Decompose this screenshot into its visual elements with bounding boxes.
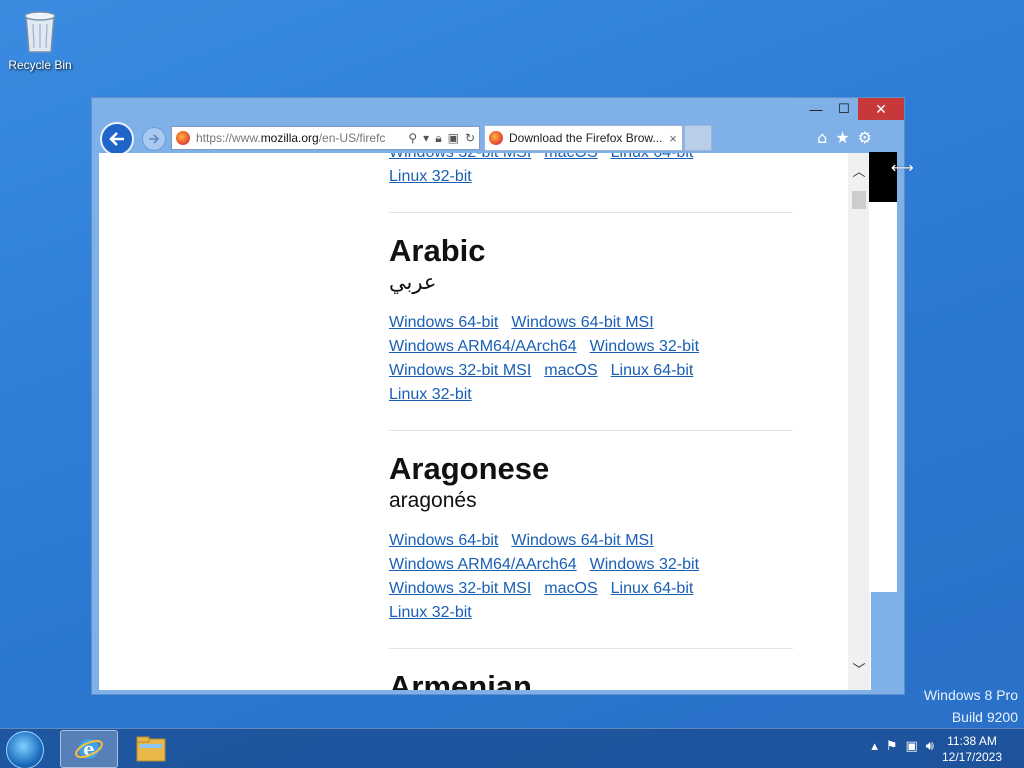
clock-time: 11:38 AM — [947, 734, 997, 748]
download-link[interactable]: Linux 64-bit — [611, 580, 694, 597]
link-row: Windows 64-bit Windows 64-bit MSI — [389, 311, 797, 335]
link-row-top-partial: Windows 32-bit MSI macOS Linux 64-bit — [389, 153, 797, 165]
recycle-bin-shortcut[interactable]: Recycle Bin — [6, 6, 74, 72]
download-link[interactable]: Windows 32-bit MSI — [389, 580, 531, 597]
home-icon[interactable]: ⌂ — [817, 128, 827, 147]
volume-icon[interactable]: 🔊︎ — [926, 739, 934, 754]
taskbar: e ▴ ⚑ ▣ 🔊︎ 11:38 AM 12/17/2023 — [0, 728, 1024, 768]
download-link[interactable]: Windows 32-bit MSI — [389, 362, 531, 379]
navigation-bar: https://www.mozilla.org/en-US/firefc ⚲ ▾… — [100, 122, 900, 156]
link-row: Windows ARM64/AArch64 Windows 32-bit — [389, 553, 797, 577]
download-link[interactable]: Windows 64-bit MSI — [511, 532, 653, 549]
resize-cursor-icon: ⟷ — [891, 158, 914, 177]
address-bar[interactable]: https://www.mozilla.org/en-US/firefc ⚲ ▾… — [171, 126, 480, 150]
address-url: https://www.mozilla.org/en-US/firefc — [196, 131, 386, 145]
dropdown-icon[interactable]: ▾ — [423, 131, 429, 146]
new-tab-button[interactable] — [684, 125, 712, 151]
scroll-up-icon[interactable]: ︿ — [848, 161, 870, 180]
scroll-down-icon[interactable]: ﹀ — [848, 659, 870, 678]
recycle-bin-icon — [20, 6, 60, 54]
lock-icon[interactable]: 🔒︎ — [435, 131, 441, 146]
link-row: Windows 64-bit Windows 64-bit MSI — [389, 529, 797, 553]
language-section-armenian: Armenian — [389, 669, 797, 690]
minimize-button[interactable]: — — [802, 98, 830, 120]
link-row: Windows 32-bit MSI macOS Linux 64-bit — [389, 359, 797, 383]
network-icon[interactable]: ▣ — [906, 739, 918, 754]
arrow-left-icon — [109, 132, 124, 146]
window-caption-buttons: — ☐ ✕ — [802, 98, 904, 120]
download-link[interactable]: Windows 64-bit — [389, 314, 498, 331]
download-link[interactable]: macOS — [544, 580, 597, 597]
start-button[interactable] — [6, 731, 44, 768]
section-divider — [389, 648, 793, 649]
link-row: Linux 32-bit — [389, 601, 797, 625]
browser-window: — ☐ ✕ https://www.mozilla.org/en-US/fire… — [91, 97, 905, 695]
language-section-arabic: Arabic عربي Windows 64-bit Windows 64-bit… — [389, 233, 797, 407]
section-divider — [389, 430, 793, 431]
system-tray: ▴ ⚑ ▣ 🔊︎ — [871, 739, 934, 754]
download-link[interactable]: Windows ARM64/AArch64 — [389, 556, 577, 573]
address-tools: ⚲ ▾ 🔒︎ ▣ ↻ — [404, 131, 479, 146]
language-section-aragonese: Aragonese aragonés Windows 64-bit Windows… — [389, 451, 797, 625]
tab-firefox-download[interactable]: Download the Firefox Brow... × — [484, 125, 683, 151]
side-panel — [869, 152, 897, 592]
internet-explorer-icon: e — [75, 739, 103, 760]
download-link[interactable]: Windows 64-bit — [389, 532, 498, 549]
clock[interactable]: 11:38 AM 12/17/2023 — [940, 733, 1004, 765]
back-button[interactable] — [100, 122, 134, 156]
download-link[interactable]: Windows 32-bit MSI — [389, 153, 531, 161]
firefox-tab-favicon-icon — [489, 131, 503, 145]
download-link[interactable]: Linux 64-bit — [611, 362, 694, 379]
arrow-right-icon — [149, 134, 160, 144]
compatibility-icon[interactable]: ▣ — [448, 131, 459, 146]
language-name: Aragonese — [389, 451, 550, 486]
taskbar-internet-explorer[interactable]: e — [60, 730, 118, 768]
language-name: Armenian — [389, 669, 532, 690]
vertical-scrollbar[interactable]: ︿ ﹀ — [848, 153, 870, 690]
scroll-thumb[interactable] — [852, 191, 866, 209]
link-row: Windows 32-bit MSI macOS Linux 64-bit — [389, 577, 797, 601]
watermark-edition: Windows 8 Pro — [923, 687, 1018, 703]
download-link[interactable]: macOS — [544, 362, 597, 379]
link-row: Linux 32-bit — [389, 383, 797, 407]
recycle-bin-label: Recycle Bin — [8, 58, 72, 72]
firefox-favicon-icon — [176, 131, 190, 145]
link-row-top-last: Linux 32-bit — [389, 165, 797, 189]
download-link[interactable]: Linux 32-bit — [389, 386, 472, 403]
settings-gear-icon[interactable]: ⚙ — [858, 128, 872, 147]
download-link[interactable]: Windows 32-bit — [590, 556, 699, 573]
clock-date: 12/17/2023 — [941, 750, 1003, 764]
language-name: Arabic — [389, 233, 486, 268]
maximize-button[interactable]: ☐ — [830, 98, 858, 120]
download-list: Windows 32-bit MSI macOS Linux 64-bit Linu… — [389, 153, 797, 690]
favorites-star-icon[interactable]: ★ — [835, 128, 849, 147]
search-icon[interactable]: ⚲ — [408, 131, 417, 146]
web-content: Windows 32-bit MSI macOS Linux 64-bit Linu… — [99, 153, 871, 690]
download-link[interactable]: Windows ARM64/AArch64 — [389, 338, 577, 355]
download-link[interactable]: Linux 32-bit — [389, 604, 472, 621]
taskbar-file-explorer[interactable] — [122, 730, 180, 768]
browser-toolbar-right: ⌂ ★ ⚙ — [817, 128, 872, 147]
language-native-name: aragonés — [389, 489, 477, 512]
download-link[interactable]: Linux 64-bit — [611, 153, 694, 161]
tab-title: Download the Firefox Brow... — [509, 131, 663, 145]
forward-button[interactable] — [142, 127, 166, 151]
folder-icon — [136, 736, 166, 762]
windows-watermark: Windows 8 Pro Build 9200 — [924, 684, 1018, 728]
download-link[interactable]: macOS — [544, 153, 597, 161]
close-button[interactable]: ✕ — [858, 98, 904, 120]
section-divider — [389, 212, 793, 213]
watermark-build: Build 9200 — [951, 709, 1018, 725]
language-native-name: عربي — [389, 271, 437, 294]
link-row: Windows ARM64/AArch64 Windows 32-bit — [389, 335, 797, 359]
download-link[interactable]: Linux 32-bit — [389, 168, 472, 185]
download-link[interactable]: Windows 64-bit MSI — [511, 314, 653, 331]
refresh-icon[interactable]: ↻ — [465, 131, 475, 146]
tab-close-icon[interactable]: × — [664, 131, 682, 146]
download-link[interactable]: Windows 32-bit — [590, 338, 699, 355]
show-hidden-icons-icon[interactable]: ▴ — [871, 739, 878, 754]
action-center-flag-icon[interactable]: ⚑ — [886, 739, 898, 754]
